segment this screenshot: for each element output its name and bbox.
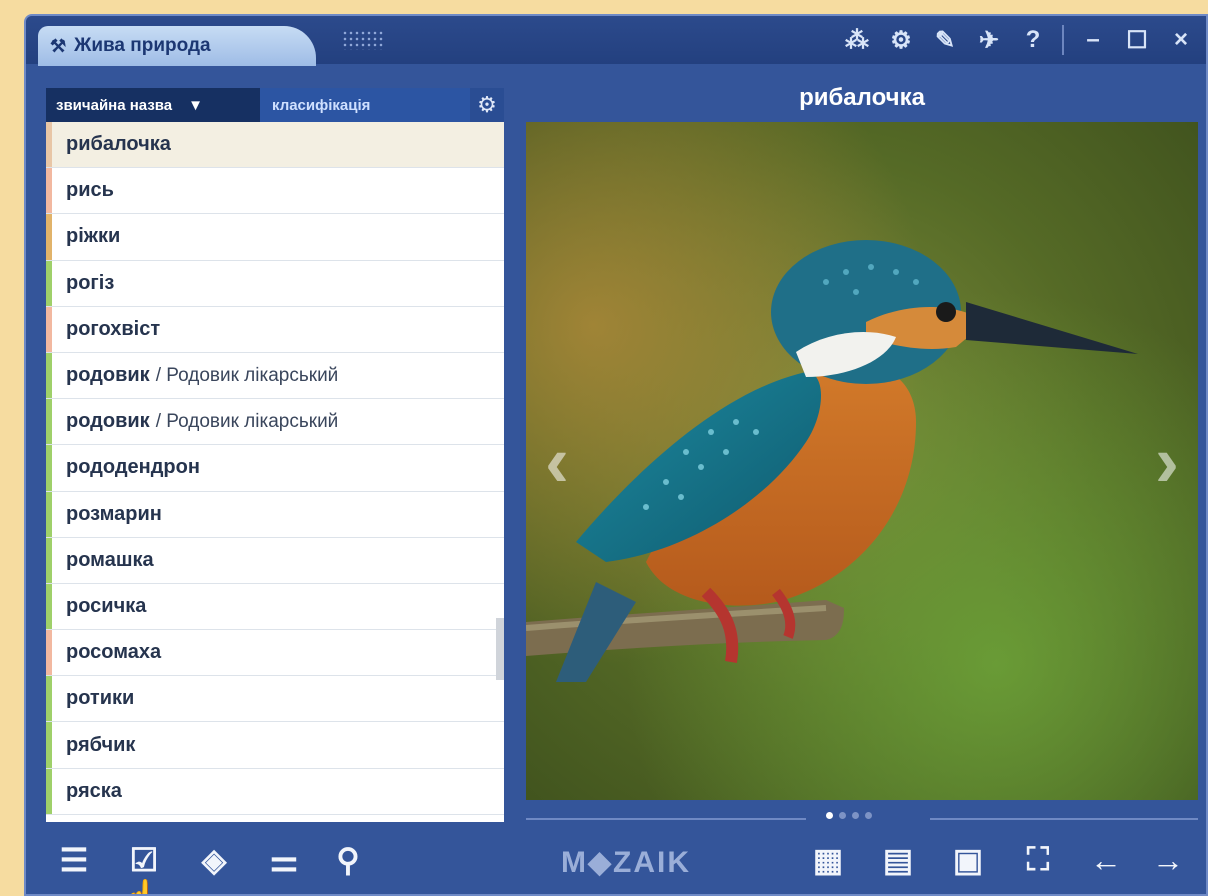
species-photo: ‹ › — [526, 122, 1198, 800]
list-item[interactable]: росичка — [46, 583, 504, 631]
page-dot[interactable] — [839, 812, 846, 819]
list-item[interactable]: ротики — [46, 676, 504, 723]
title-bar: ⚒ Жива природа ⁂ ⚙ ✎ ✈ ? – ☐ × — [26, 16, 1206, 66]
page-dot[interactable] — [852, 812, 859, 819]
list-item[interactable]: росомаха — [46, 630, 504, 677]
list-item[interactable]: розмарин — [46, 491, 504, 538]
next-image-button[interactable]: › — [1142, 422, 1192, 502]
list-view-icon[interactable]: ☰ — [52, 838, 96, 882]
list-item[interactable]: рогохвіст — [46, 306, 504, 353]
list-item-name: ромашка — [66, 548, 154, 571]
category-color-mark — [46, 722, 52, 768]
category-color-mark — [46, 676, 52, 722]
list-item-latin-name: / Родовик лікарський — [155, 364, 339, 386]
category-color-mark — [46, 306, 52, 352]
sliders-icon[interactable]: ⚌ — [262, 838, 306, 882]
category-color-mark — [46, 583, 52, 630]
classification-label: класифікація — [272, 96, 371, 114]
back-arrow-icon[interactable]: ← — [1084, 838, 1128, 882]
check-note-icon[interactable]: ☑ — [122, 838, 166, 882]
common-name-dropdown[interactable]: звичайна назва ▼ — [46, 88, 260, 122]
species-list: рибалочка рись ріжки рогіз рогохвіст родовик /… — [46, 122, 504, 822]
category-color-mark — [46, 768, 52, 814]
common-name-label: звичайна назва — [56, 96, 173, 114]
table-view-icon[interactable]: ▦ — [806, 838, 850, 882]
kingfisher-image — [526, 122, 1198, 800]
bike-icon[interactable]: ⚙ — [882, 22, 920, 58]
wand-icon: ⚒ — [50, 35, 67, 56]
list-item-name: родовик — [66, 410, 150, 433]
image-title: рибалочка — [799, 84, 925, 111]
list-scrollbar[interactable] — [496, 618, 504, 680]
prev-image-button[interactable]: ‹ — [532, 422, 582, 502]
chevron-down-icon: ▼ — [188, 96, 204, 114]
category-color-mark — [46, 168, 52, 214]
list-item[interactable]: рись — [46, 168, 504, 215]
help-icon[interactable]: ? — [1014, 22, 1052, 58]
list-item-name: рябчик — [66, 733, 136, 756]
classification-tab[interactable]: класифікація — [260, 88, 470, 122]
forward-arrow-icon[interactable]: → — [1146, 838, 1190, 882]
list-item-name: ряска — [66, 779, 122, 802]
molecule-icon[interactable]: ⁂ — [838, 22, 876, 58]
app-window: ⚒ Жива природа ⁂ ⚙ ✎ ✈ ? – ☐ × звичайна … — [24, 14, 1208, 896]
list-item[interactable]: рогіз — [46, 260, 504, 307]
list-item[interactable]: рябчик — [46, 722, 504, 769]
page-dot[interactable] — [826, 812, 833, 819]
list-item[interactable]: рододендрон — [46, 445, 504, 492]
list-item-name: рогохвіст — [66, 317, 161, 340]
pencil-icon[interactable]: ✎ — [926, 22, 964, 58]
list-item-name: розмарин — [66, 502, 162, 525]
category-color-mark — [46, 352, 52, 399]
question-diamond-icon[interactable]: ◈ — [192, 838, 236, 882]
list-header: звичайна назва ▼ класифікація ⚙ — [46, 88, 504, 122]
category-color-mark — [46, 260, 52, 306]
list-item[interactable]: родовик / Родовик лікарський — [46, 399, 504, 446]
maximize-button[interactable]: ☐ — [1118, 22, 1156, 58]
category-color-mark — [46, 491, 52, 537]
list-item-name: ріжки — [66, 225, 121, 248]
app-title: Жива природа — [74, 35, 211, 56]
divider-right — [930, 818, 1198, 820]
category-color-mark — [46, 445, 52, 491]
list-item-name: родовик — [66, 364, 150, 387]
image-view-icon[interactable]: ▣ — [946, 838, 990, 882]
list-item-name: рись — [66, 179, 114, 202]
list-item[interactable]: ромашка — [46, 537, 504, 584]
list-item-name: росомаха — [66, 641, 162, 664]
mozaik-logo: M◆ZAIK — [560, 845, 692, 879]
list-item-name: росичка — [66, 594, 147, 617]
minimize-button[interactable]: – — [1074, 22, 1112, 58]
window-tools: ⁂ ⚙ ✎ ✈ ? – ☐ × — [838, 22, 1200, 58]
split-view-icon[interactable]: ▤ — [876, 838, 920, 882]
list-item[interactable]: ріжки — [46, 214, 504, 261]
category-color-mark — [46, 630, 52, 676]
fullscreen-icon[interactable]: ⛶ — [1016, 838, 1060, 882]
list-item-name: рогіз — [66, 271, 115, 294]
search-icon[interactable]: ⚲ — [326, 838, 370, 882]
divider-left — [526, 818, 806, 820]
list-item-latin-name: / Родовик лікарський — [155, 410, 339, 432]
gear-icon[interactable]: ⚙ — [470, 88, 504, 122]
page-dot[interactable] — [865, 812, 872, 819]
list-item-name: рибалочка — [66, 133, 171, 156]
category-color-mark — [46, 399, 52, 445]
list-item[interactable]: рибалочка — [46, 122, 504, 169]
close-button[interactable]: × — [1162, 22, 1200, 58]
list-item[interactable]: ряска — [46, 768, 504, 815]
category-color-mark — [46, 122, 52, 168]
pin-icon[interactable]: ✈ — [970, 22, 1008, 58]
list-item-name: ротики — [66, 687, 135, 710]
mouse-cursor-icon: ☝ — [116, 878, 161, 894]
category-color-mark — [46, 214, 52, 260]
app-tab[interactable]: ⚒ Жива природа — [38, 26, 316, 66]
drag-grip[interactable] — [342, 30, 384, 50]
list-item-name: рододендрон — [66, 456, 200, 479]
category-color-mark — [46, 537, 52, 583]
tools-separator — [1062, 25, 1064, 55]
list-item[interactable]: родовик / Родовик лікарський — [46, 352, 504, 400]
page-dots — [826, 812, 872, 819]
